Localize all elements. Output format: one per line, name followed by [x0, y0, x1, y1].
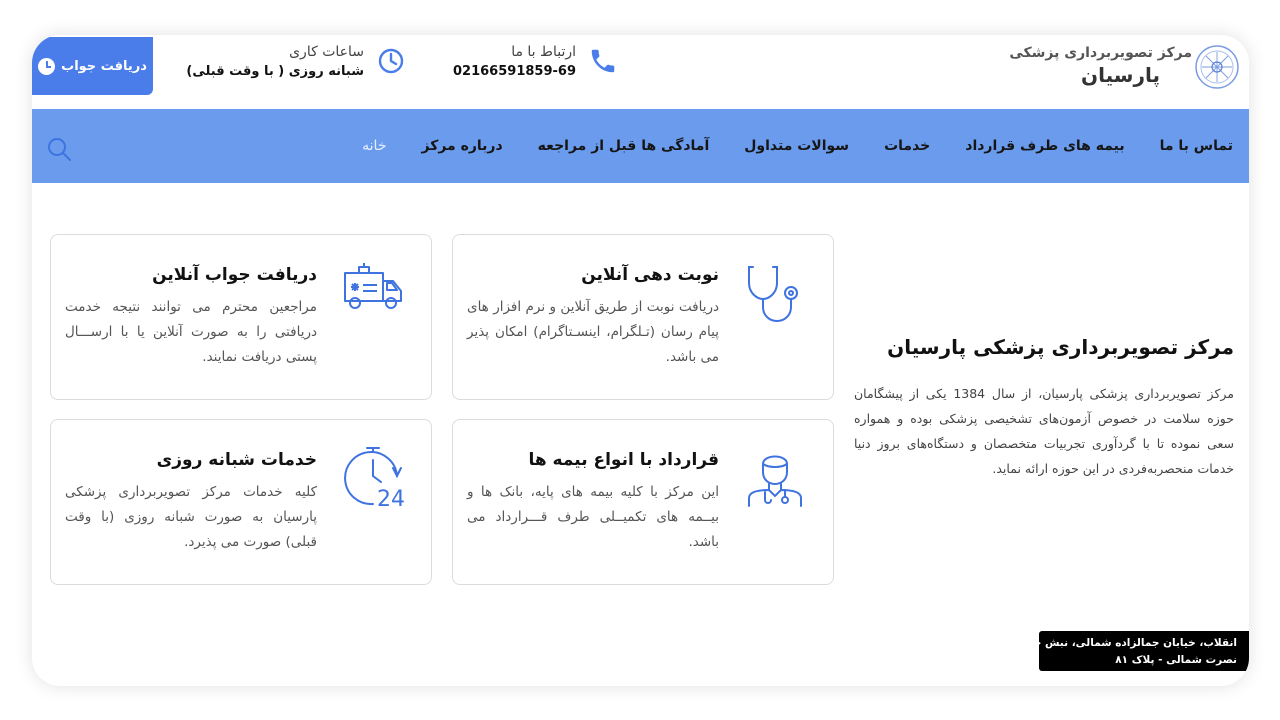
nav-item-faq[interactable]: سوالات متداول — [744, 138, 849, 154]
nav-item-preparation[interactable]: آمادگی ها قبل از مراجعه — [538, 138, 710, 154]
address-line2: نصرت شمالی - پلاک ۸۱ — [1115, 654, 1237, 666]
logo-line2: پارسیان — [1081, 63, 1160, 87]
card-24h-service[interactable]: 24 خدمات شبانه روزی کلیه خدمات مرکز تصوی… — [50, 419, 432, 585]
card-text: این مرکز با کلیه بیمه های پایه، بانک ها … — [467, 484, 719, 550]
contact-info: ارتباط با ما 02166591859-69 — [452, 44, 576, 79]
about-section: مرکز تصویربرداری پزشکی پارسیان مرکز تصوی… — [854, 335, 1234, 481]
search-icon[interactable] — [46, 136, 72, 162]
nav-item-contact[interactable]: تماس با ما — [1160, 138, 1233, 154]
card-title: خدمات شبانه روزی — [156, 450, 317, 470]
address-badge: انقلاب، خیابان جمالزاده شمالی، نبش چهارر… — [1039, 631, 1249, 671]
card-title: قرارداد با انواع بیمه ها — [528, 450, 719, 470]
card-online-appointment[interactable]: نوبت دهی آنلاین دریافت نوبت از طریق آنلا… — [452, 234, 834, 400]
nav-item-insurance[interactable]: بیمه های طرف قرارداد — [965, 138, 1124, 154]
card-text: کلیه خدمات مرکز تصویربرداری پزشکی پارسیا… — [65, 484, 317, 550]
clock-icon — [378, 48, 404, 74]
about-body: مرکز تصویربرداری پزشکی پارسیان، از سال 1… — [854, 386, 1234, 476]
card-text: دریافت نوبت از طریق آنلاین و نرم افزار ه… — [467, 299, 719, 365]
nav-item-about[interactable]: درباره مرکز — [421, 138, 502, 154]
logo-emblem-icon — [1195, 45, 1239, 89]
card-title: نوبت دهی آنلاین — [581, 265, 719, 285]
doctor-icon — [748, 455, 802, 507]
page-frame: دریافت جواب ساعات کاری شبانه روزی ( با و… — [32, 35, 1249, 686]
hours-label: ساعات کاری — [289, 44, 364, 60]
site-logo[interactable]: مرکز تصویربرداری پزشکی پارسیان — [1009, 41, 1244, 93]
ambulance-icon — [344, 263, 402, 309]
address-line1: انقلاب، خیابان جمالزاده شمالی، نبش چهارر… — [1039, 637, 1237, 649]
contact-phone[interactable]: 02166591859-69 — [452, 64, 576, 79]
working-hours: ساعات کاری شبانه روزی ( با وقت قبلی) — [182, 44, 364, 79]
phone-icon — [591, 49, 615, 73]
clock-icon — [38, 57, 56, 75]
about-title: مرکز تصویربرداری پزشکی پارسیان — [887, 335, 1234, 359]
get-result-button[interactable]: دریافت جواب — [32, 37, 153, 95]
logo-line1: مرکز تصویربرداری پزشکی — [1009, 45, 1192, 61]
top-header: دریافت جواب ساعات کاری شبانه روزی ( با و… — [32, 35, 1249, 109]
nav-item-home[interactable]: خانه — [362, 138, 386, 154]
contact-label: ارتباط با ما — [511, 44, 576, 60]
get-result-label: دریافت جواب — [61, 58, 147, 74]
card-online-result[interactable]: دریافت جواب آنلاین مراجعین محترم می توان… — [50, 234, 432, 400]
card-insurance[interactable]: قرارداد با انواع بیمه ها این مرکز با کلی… — [452, 419, 834, 585]
main-nav: خانه درباره مرکز آمادگی ها قبل از مراجعه… — [32, 109, 1249, 183]
hours-value: شبانه روزی ( با وقت قبلی) — [186, 64, 364, 79]
svg-text:24: 24 — [377, 487, 405, 510]
nav-item-services[interactable]: خدمات — [884, 138, 930, 154]
stethoscope-icon — [748, 266, 798, 323]
card-text: مراجعین محترم می توانند نتیجه خدمت دریاف… — [65, 299, 317, 365]
card-title: دریافت جواب آنلاین — [152, 265, 317, 285]
clock-24-icon: 24 — [344, 447, 405, 510]
nav-menu: خانه درباره مرکز آمادگی ها قبل از مراجعه… — [362, 109, 1233, 183]
